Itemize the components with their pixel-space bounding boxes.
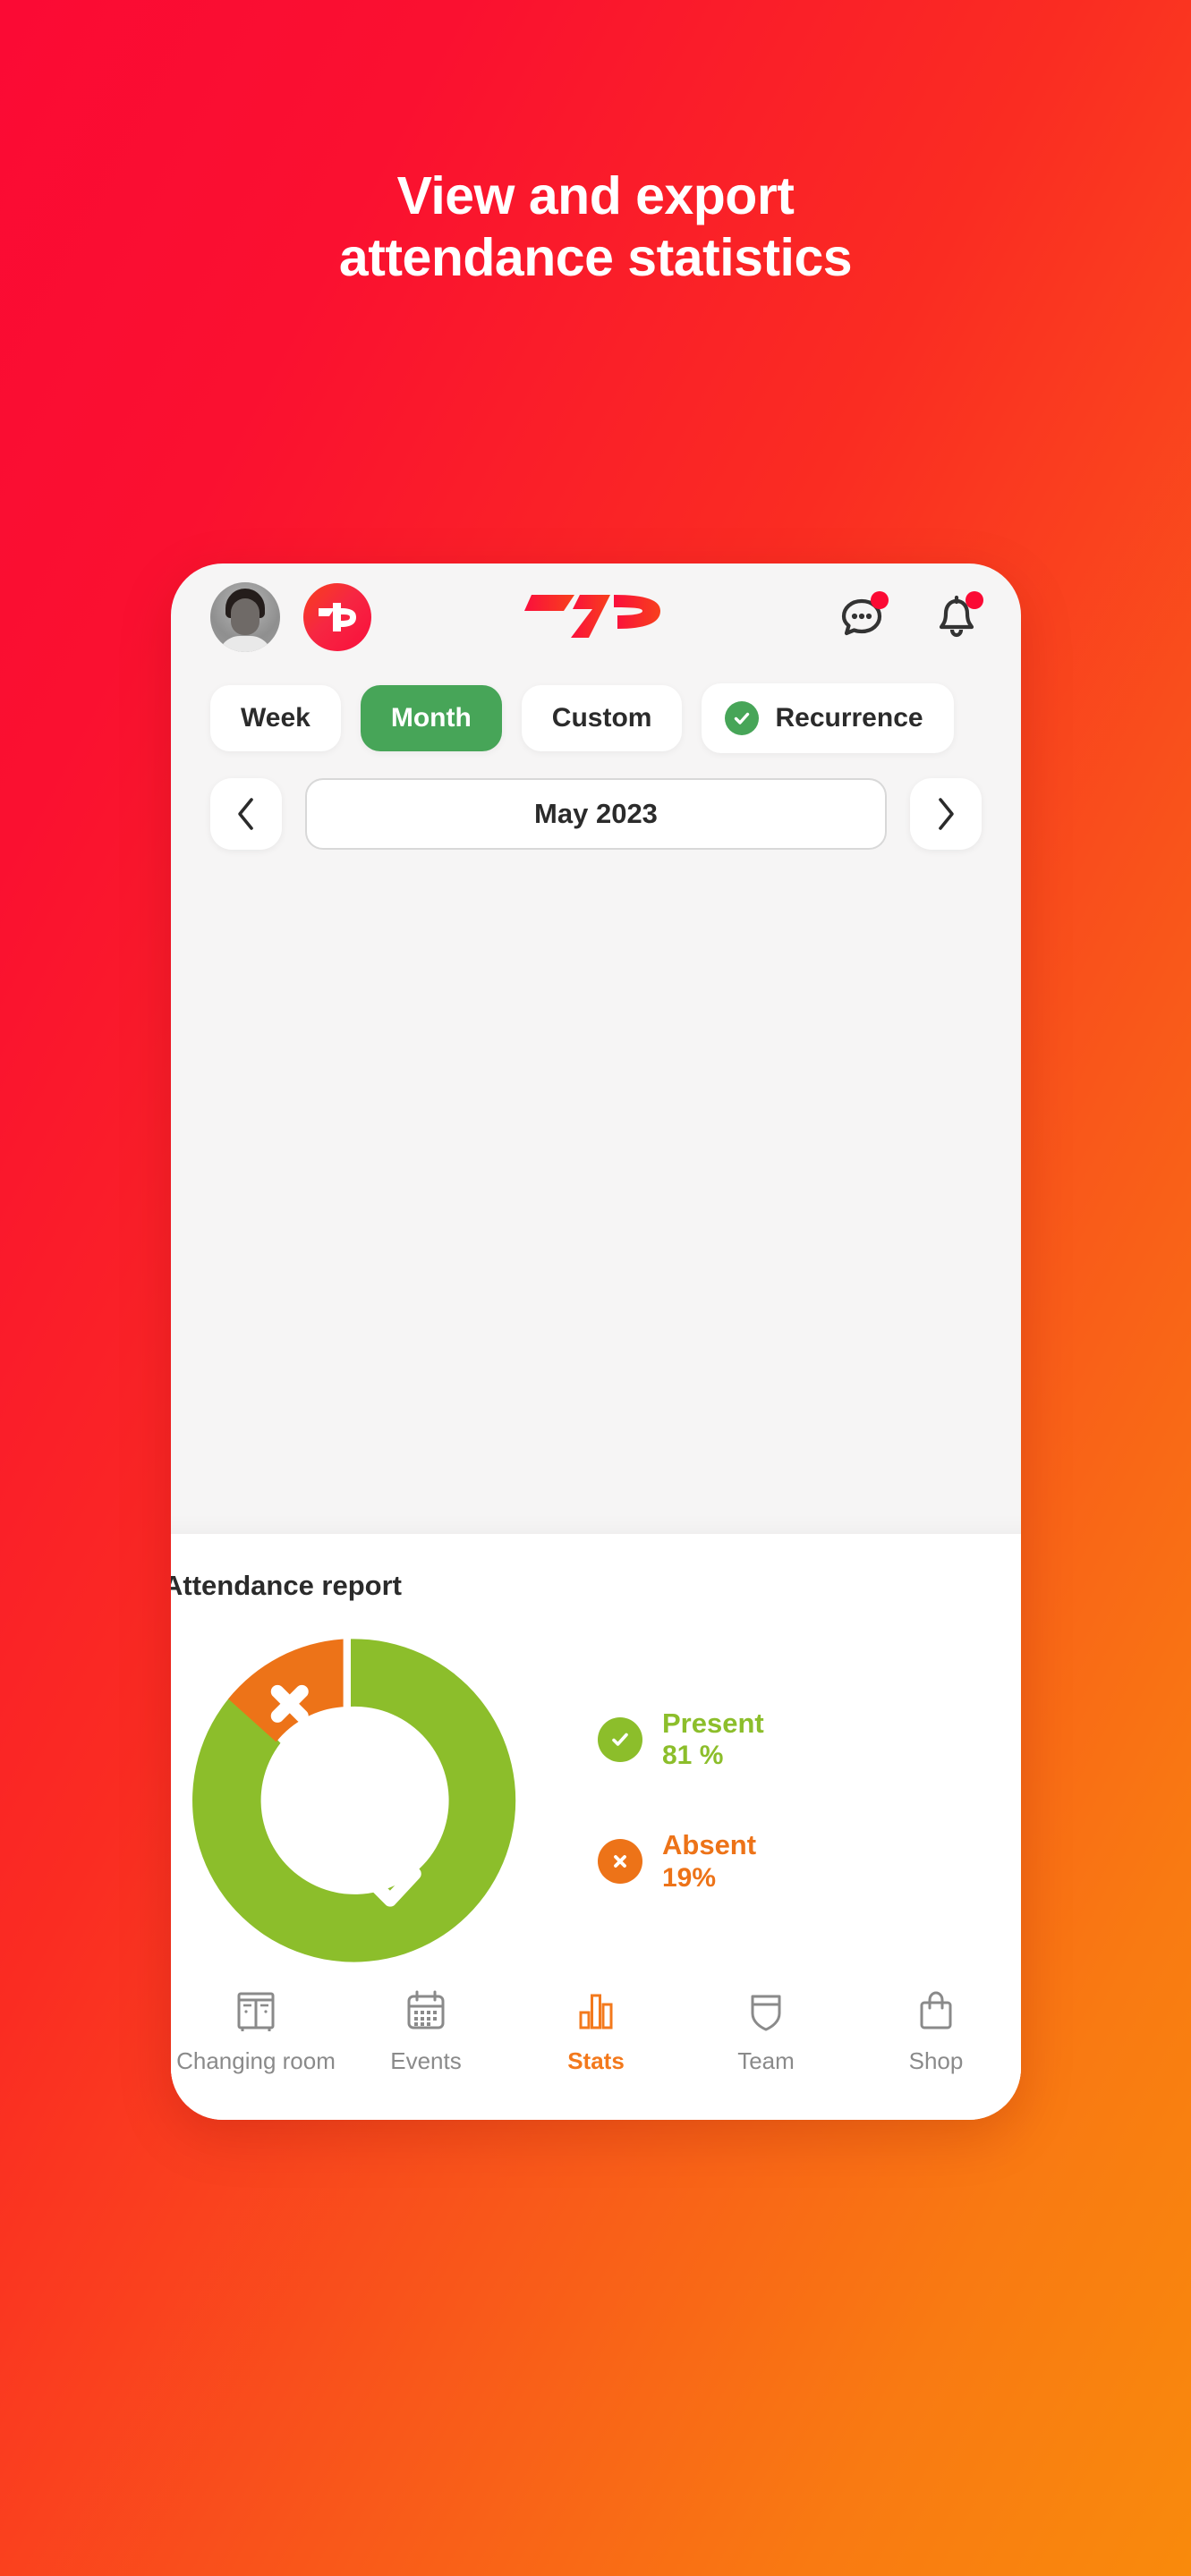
nav-label-events: Events xyxy=(390,2047,462,2074)
nav-item-changing-room[interactable]: Changing room xyxy=(171,1987,341,2075)
check-circle-icon xyxy=(598,1716,642,1762)
legend-absent-name: Absent xyxy=(662,1829,757,1860)
chevron-right-icon xyxy=(939,798,954,830)
page-title: View and export attendance statistics xyxy=(0,165,1191,289)
attendance-card-body: Present 81 % Absent 19% xyxy=(171,1613,1021,1988)
tab-week-label: Week xyxy=(241,703,311,733)
shopping-bag-icon xyxy=(920,1991,952,2029)
tab-month-label: Month xyxy=(390,703,472,733)
date-navigation: May 2023 xyxy=(171,753,1021,850)
headline-line-1: View and export xyxy=(396,166,795,225)
notifications-badge xyxy=(966,591,983,609)
filter-tabs: Week Month Custom Recurrence xyxy=(171,671,1021,753)
chevron-left-icon xyxy=(238,798,253,830)
app-header xyxy=(171,564,1021,671)
header-actions xyxy=(837,591,983,642)
club-logo-badge-icon xyxy=(319,603,356,631)
x-circle-icon xyxy=(598,1839,642,1885)
legend-present-name: Present xyxy=(662,1707,764,1739)
chat-badge xyxy=(871,591,889,609)
legend-absent-value: 19% xyxy=(662,1862,717,1893)
headline-line-2: attendance statistics xyxy=(338,228,853,288)
nav-label-changing-room: Changing room xyxy=(176,2047,336,2074)
prev-month-button[interactable] xyxy=(210,778,282,850)
bar-chart-icon xyxy=(579,1994,613,2029)
tab-recurrence[interactable]: Recurrence xyxy=(702,683,954,753)
check-circle-icon xyxy=(725,701,760,735)
current-period-display[interactable]: May 2023 xyxy=(305,778,887,850)
tab-custom-label: Custom xyxy=(551,703,652,733)
nav-label-team: Team xyxy=(737,2047,795,2074)
nav-item-stats[interactable]: Stats xyxy=(511,1987,681,2075)
calendar-icon xyxy=(407,1990,445,2029)
attendance-donut-chart[interactable] xyxy=(171,1613,539,1988)
phone-mockup: Week Month Custom Recurrence May 2023 At… xyxy=(171,564,1021,2120)
nav-item-shop[interactable]: Shop xyxy=(851,1987,1021,2075)
brand-logo xyxy=(524,595,660,638)
legend-item-absent[interactable]: Absent 19% xyxy=(598,1828,764,1894)
nav-item-events[interactable]: Events xyxy=(341,1987,511,2075)
nav-label-stats: Stats xyxy=(567,2047,625,2074)
avatar-face xyxy=(231,598,259,635)
next-month-button[interactable] xyxy=(910,778,982,850)
avatar[interactable] xyxy=(210,582,280,652)
current-period-label: May 2023 xyxy=(534,798,658,829)
tab-week[interactable]: Week xyxy=(210,685,341,751)
tab-custom[interactable]: Custom xyxy=(521,685,683,751)
shield-icon xyxy=(751,1995,781,2031)
legend-item-present[interactable]: Present 81 % xyxy=(598,1707,764,1773)
attendance-card-title: Attendance report xyxy=(171,1570,402,1601)
nav-item-team[interactable]: Team xyxy=(681,1987,851,2075)
club-logo-badge[interactable] xyxy=(303,583,371,651)
nav-label-shop: Shop xyxy=(908,2047,964,2074)
tab-recurrence-label: Recurrence xyxy=(775,703,923,733)
donut-cross-marker xyxy=(270,1684,309,1723)
attendance-legend: Present 81 % Absent 19% xyxy=(598,1707,764,1895)
tab-month[interactable]: Month xyxy=(360,685,502,751)
locker-icon xyxy=(237,1992,275,2031)
notifications-button[interactable] xyxy=(932,591,983,642)
legend-present-value: 81 % xyxy=(662,1741,724,1771)
bottom-navigation: Changing room Events Stats Team Shop xyxy=(171,1963,1021,2120)
chat-button[interactable] xyxy=(837,591,889,642)
avatar-shirt xyxy=(218,636,272,652)
